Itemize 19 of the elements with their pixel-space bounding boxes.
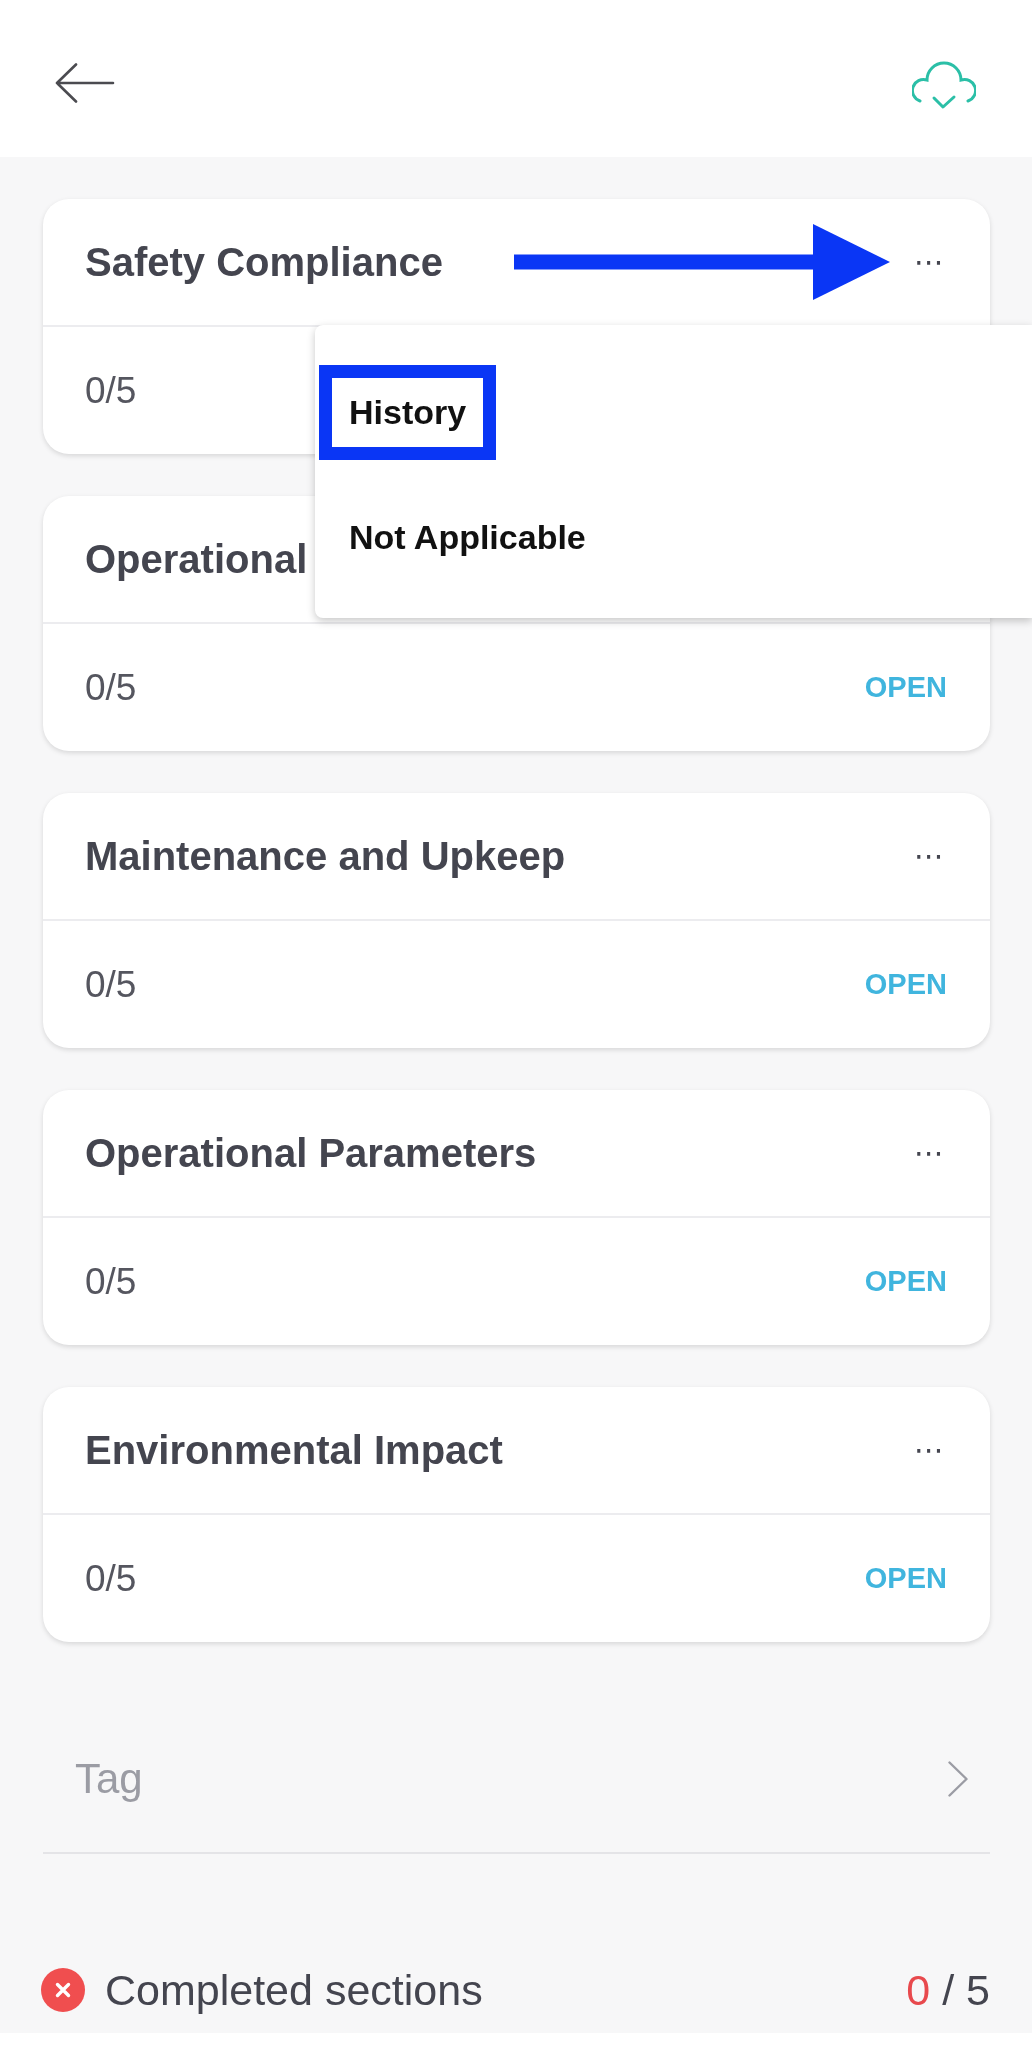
chevron-right-icon xyxy=(948,1761,968,1797)
section-title: Operational xyxy=(85,536,308,582)
section-title: Operational Parameters xyxy=(85,1130,537,1176)
completed-label: Completed sections xyxy=(105,1965,483,2015)
section-title: Environmental Impact xyxy=(85,1427,503,1473)
menu-item[interactable]: History xyxy=(319,365,497,460)
completed-count: 0 / 5 xyxy=(906,1965,990,2015)
progress-text: 0/5 xyxy=(85,666,137,709)
progress-text: 0/5 xyxy=(85,1557,137,1600)
more-button[interactable]: ⋯ xyxy=(914,247,944,277)
more-button[interactable]: ⋯ xyxy=(914,1138,944,1168)
more-button[interactable]: ⋯ xyxy=(914,841,944,871)
back-arrow-icon[interactable] xyxy=(55,62,115,103)
section-title: Maintenance and Upkeep xyxy=(85,833,566,879)
progress-text: 0/5 xyxy=(85,1260,137,1303)
section-title: Safety Compliance xyxy=(85,239,443,285)
more-button[interactable]: ⋯ xyxy=(914,1435,944,1465)
progress-text: 0/5 xyxy=(85,963,137,1006)
progress-text: 0/5 xyxy=(85,369,137,412)
